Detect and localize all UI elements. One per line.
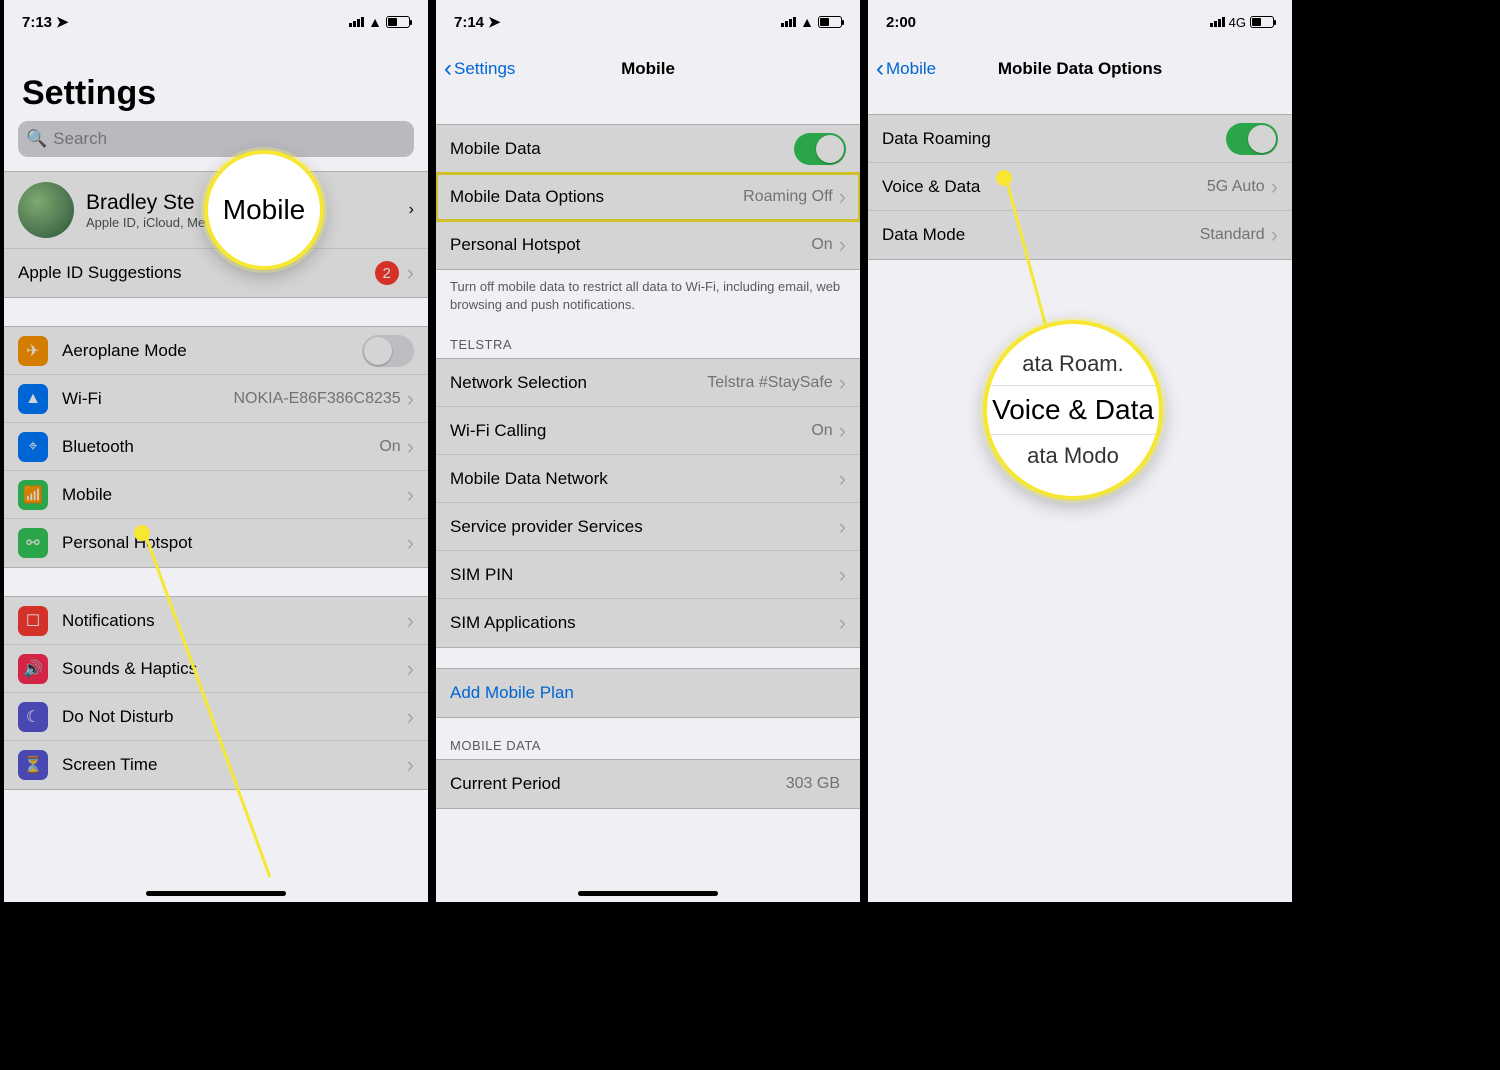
chevron-right-icon: › (409, 201, 414, 219)
chevron-right-icon: › (407, 704, 414, 730)
notifications-row[interactable]: ☐ Notifications › (4, 597, 428, 645)
status-time: 2:00 (886, 14, 916, 31)
chevron-right-icon: › (407, 752, 414, 778)
back-button[interactable]: ‹Settings (444, 57, 515, 81)
service-provider-row[interactable]: Service provider Services› (436, 503, 860, 551)
personal-hotspot-row[interactable]: Personal Hotspot On › (436, 221, 860, 269)
panel-settings: 7:13➤ ▲ Settings 🔍 Search Bradley Ste Ap… (0, 0, 432, 902)
network-selection-row[interactable]: Network SelectionTelstra #StaySafe› (436, 359, 860, 407)
location-icon: ➤ (488, 13, 501, 31)
nav-bar: ‹Mobile Mobile Data Options (868, 44, 1292, 94)
apple-id-suggestions-row[interactable]: Apple ID Suggestions 2 › (4, 249, 428, 297)
nav-bar: ‹Settings Mobile (436, 44, 860, 94)
search-input[interactable]: 🔍 Search (18, 121, 414, 157)
section-header-carrier: TELSTRA (436, 317, 860, 358)
badge: 2 (375, 261, 399, 285)
zoom-callout: ata Roam. Voice & Data ata Modo (983, 320, 1163, 500)
wifi-icon: ▲ (800, 14, 814, 30)
chevron-right-icon: › (839, 610, 846, 636)
chevron-left-icon: ‹ (444, 57, 452, 81)
data-roaming-row[interactable]: Data Roaming (868, 115, 1292, 163)
wifi-icon: ▲ (368, 14, 382, 30)
bluetooth-icon: ⌖ (18, 432, 48, 462)
data-roaming-toggle[interactable] (1226, 123, 1278, 155)
hotspot-icon: ⚯ (18, 528, 48, 558)
add-mobile-plan-row[interactable]: Add Mobile Plan (436, 669, 860, 717)
chevron-right-icon: › (839, 514, 846, 540)
mobile-data-row[interactable]: Mobile Data (436, 125, 860, 173)
chevron-right-icon: › (407, 386, 414, 412)
chevron-left-icon: ‹ (876, 57, 884, 81)
page-title: Settings (4, 44, 428, 121)
antenna-icon: 📶 (18, 480, 48, 510)
wifi-row[interactable]: ▲ Wi-Fi NOKIA-E86F386C8235 › (4, 375, 428, 423)
aeroplane-icon: ✈ (18, 336, 48, 366)
current-period-row[interactable]: Current Period303 GB (436, 760, 860, 808)
notifications-icon: ☐ (18, 606, 48, 636)
chevron-right-icon: › (407, 530, 414, 556)
section-header-data: MOBILE DATA (436, 718, 860, 759)
screentime-row[interactable]: ⏳ Screen Time › (4, 741, 428, 789)
chevron-right-icon: › (1271, 174, 1278, 200)
chevron-right-icon: › (839, 184, 846, 210)
network-type: 4G (1229, 15, 1246, 30)
battery-icon (1250, 16, 1274, 28)
zoom-callout: Mobile (204, 150, 324, 270)
battery-icon (386, 16, 410, 28)
cellular-icon (1210, 17, 1225, 27)
mobile-data-options-row[interactable]: Mobile Data Options Roaming Off › (436, 173, 860, 221)
sounds-row[interactable]: 🔊 Sounds & Haptics › (4, 645, 428, 693)
wifi-icon: ▲ (18, 384, 48, 414)
location-icon: ➤ (56, 13, 69, 31)
bluetooth-row[interactable]: ⌖ Bluetooth On › (4, 423, 428, 471)
chevron-right-icon: › (1271, 222, 1278, 248)
aeroplane-toggle[interactable] (362, 335, 414, 367)
nav-title: Mobile (621, 59, 675, 79)
back-button[interactable]: ‹Mobile (876, 57, 936, 81)
status-bar: 2:00 4G (868, 0, 1292, 44)
home-indicator[interactable] (578, 891, 718, 896)
chevron-right-icon: › (839, 562, 846, 588)
nav-title: Mobile Data Options (998, 59, 1162, 79)
data-mode-row[interactable]: Data Mode Standard › (868, 211, 1292, 259)
section-footer: Turn off mobile data to restrict all dat… (436, 270, 860, 317)
chevron-right-icon: › (839, 232, 846, 258)
mobile-row[interactable]: 📶 Mobile › (4, 471, 428, 519)
chevron-right-icon: › (407, 260, 414, 286)
status-bar: 7:14➤ ▲ (436, 0, 860, 44)
chevron-right-icon: › (407, 482, 414, 508)
mobile-data-network-row[interactable]: Mobile Data Network› (436, 455, 860, 503)
voice-data-row[interactable]: Voice & Data 5G Auto › (868, 163, 1292, 211)
sim-pin-row[interactable]: SIM PIN› (436, 551, 860, 599)
hourglass-icon: ⏳ (18, 750, 48, 780)
panel-mobile: 7:14➤ ▲ ‹Settings Mobile Mobile Data Mob… (432, 0, 864, 902)
cellular-icon (781, 17, 796, 27)
sim-apps-row[interactable]: SIM Applications› (436, 599, 860, 647)
aeroplane-mode-row[interactable]: ✈ Aeroplane Mode (4, 327, 428, 375)
moon-icon: ☾ (18, 702, 48, 732)
search-icon: 🔍 (26, 129, 47, 149)
chevron-right-icon: › (407, 608, 414, 634)
cellular-icon (349, 17, 364, 27)
avatar (18, 182, 74, 238)
battery-icon (818, 16, 842, 28)
panel-mobile-data-options: 2:00 4G ‹Mobile Mobile Data Options Data… (864, 0, 1296, 902)
chevron-right-icon: › (407, 656, 414, 682)
chevron-right-icon: › (839, 418, 846, 444)
wifi-calling-row[interactable]: Wi-Fi CallingOn› (436, 407, 860, 455)
mobile-data-toggle[interactable] (794, 133, 846, 165)
chevron-right-icon: › (407, 434, 414, 460)
personal-hotspot-row[interactable]: ⚯ Personal Hotspot › (4, 519, 428, 567)
status-time: 7:13 (22, 14, 52, 31)
search-placeholder: Search (53, 129, 107, 149)
status-time: 7:14 (454, 14, 484, 31)
chevron-right-icon: › (839, 466, 846, 492)
status-bar: 7:13➤ ▲ (4, 0, 428, 44)
sounds-icon: 🔊 (18, 654, 48, 684)
home-indicator[interactable] (146, 891, 286, 896)
chevron-right-icon: › (839, 370, 846, 396)
